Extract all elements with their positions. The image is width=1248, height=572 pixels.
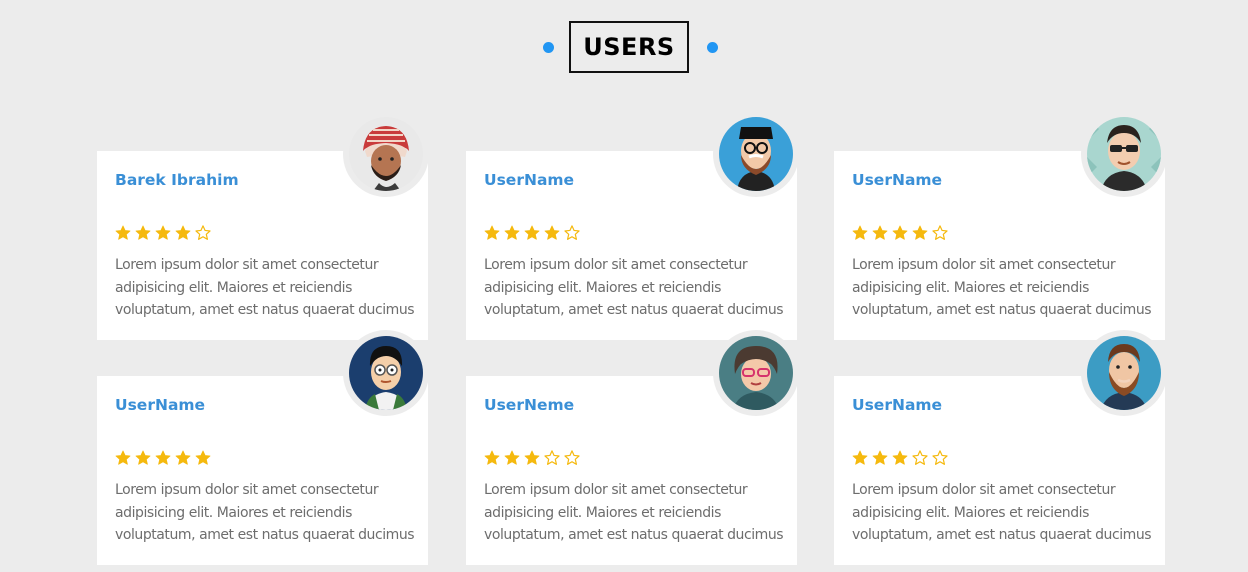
star-empty-icon: [544, 450, 560, 465]
avatar-frame: [1081, 330, 1167, 416]
star-filled-icon: [175, 225, 191, 240]
star-filled-icon: [544, 225, 560, 240]
star-filled-icon: [484, 450, 500, 465]
star-filled-icon: [524, 450, 540, 465]
avatar-frame: [713, 111, 799, 197]
avatar-woman-glasses: [719, 336, 793, 410]
right-dot-icon: [707, 42, 718, 53]
star-empty-icon: [195, 225, 211, 240]
avatar-man-sunglasses: [1087, 117, 1161, 191]
rating-stars: [483, 224, 581, 242]
star-filled-icon: [175, 450, 191, 465]
avatar-arab-man: [349, 117, 423, 191]
star-filled-icon: [852, 225, 868, 240]
user-description: Lorem ipsum dolor sit amet consectetur a…: [852, 257, 1152, 318]
avatar-frame: [343, 111, 429, 197]
left-dot-icon: [543, 42, 554, 53]
avatar-frame: [1081, 111, 1167, 197]
avatar-bearded-man: [719, 117, 793, 191]
star-filled-icon: [892, 225, 908, 240]
star-filled-icon: [195, 450, 211, 465]
star-filled-icon: [135, 450, 151, 465]
star-filled-icon: [524, 225, 540, 240]
avatar-young-man-glasses: [349, 336, 423, 410]
user-description: Lorem ipsum dolor sit amet consectetur a…: [852, 482, 1152, 543]
section-title: USERS: [569, 21, 689, 73]
rating-stars: [483, 449, 581, 467]
user-description: Lorem ipsum dolor sit amet consectetur a…: [115, 257, 415, 318]
star-filled-icon: [872, 225, 888, 240]
star-empty-icon: [912, 450, 928, 465]
avatar-frame: [343, 330, 429, 416]
star-filled-icon: [892, 450, 908, 465]
star-filled-icon: [504, 450, 520, 465]
star-filled-icon: [484, 225, 500, 240]
star-filled-icon: [912, 225, 928, 240]
star-filled-icon: [115, 450, 131, 465]
star-filled-icon: [504, 225, 520, 240]
star-filled-icon: [135, 225, 151, 240]
star-empty-icon: [932, 225, 948, 240]
rating-stars: [114, 224, 212, 242]
star-filled-icon: [872, 450, 888, 465]
user-description: Lorem ipsum dolor sit amet consectetur a…: [484, 257, 784, 318]
rating-stars: [851, 449, 949, 467]
star-filled-icon: [155, 450, 171, 465]
avatar-bearded-man-blue: [1087, 336, 1161, 410]
user-description: Lorem ipsum dolor sit amet consectetur a…: [484, 482, 784, 543]
avatar-frame: [713, 330, 799, 416]
star-empty-icon: [564, 450, 580, 465]
star-empty-icon: [932, 450, 948, 465]
rating-stars: [114, 449, 212, 467]
user-description: Lorem ipsum dolor sit amet consectetur a…: [115, 482, 415, 543]
star-filled-icon: [155, 225, 171, 240]
star-filled-icon: [115, 225, 131, 240]
rating-stars: [851, 224, 949, 242]
star-filled-icon: [852, 450, 868, 465]
section-header: USERS: [0, 21, 1248, 75]
star-empty-icon: [564, 225, 580, 240]
